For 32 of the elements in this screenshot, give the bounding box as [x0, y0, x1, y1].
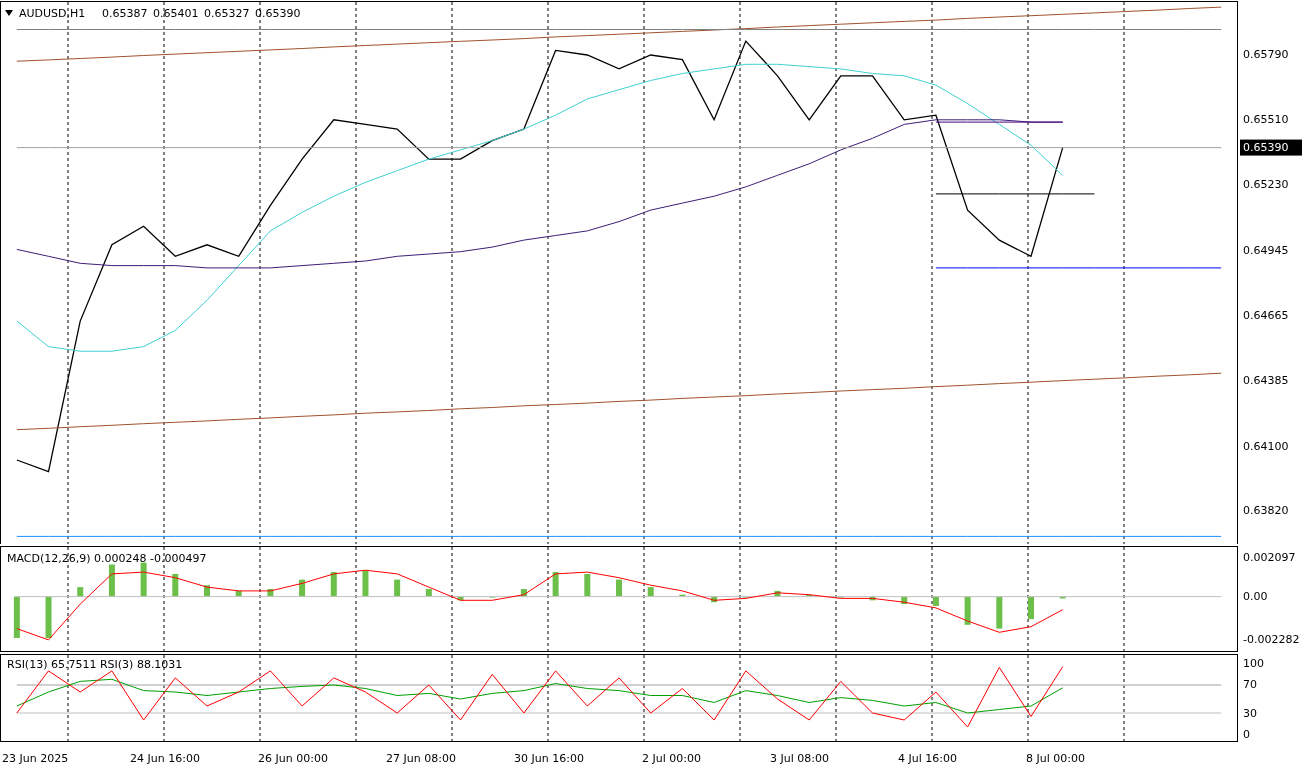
- axis-label: 100: [1243, 657, 1264, 671]
- time-axis-label: 3 Jul 08:00: [770, 751, 830, 765]
- axis-label: 0.65790: [1243, 48, 1289, 62]
- axis-label: 0.002097: [1243, 550, 1296, 564]
- indicator-label: MACD(12,26,9) 0.000248 -0.000497: [7, 551, 207, 565]
- current-price-badge: 0.65390: [1240, 139, 1302, 156]
- time-axis-label: 30 Jun 16:00: [514, 751, 585, 765]
- quote-value: 0.65327: [204, 7, 250, 20]
- time-axis-label: 2 Jul 00:00: [642, 751, 702, 765]
- axis-label: 0: [1243, 728, 1250, 741]
- quote-value: 0.65390: [255, 7, 301, 20]
- symbol-label: AUDUSD,H1: [19, 7, 86, 20]
- indicator-label: RSI(13) 65.7511 RSI(3) 88.1031: [7, 658, 183, 672]
- quote-value: 0.65401: [153, 7, 199, 20]
- time-axis-label: 8 Jul 00:00: [1026, 751, 1086, 765]
- time-axis-label: 24 Jun 16:00: [130, 751, 201, 765]
- axis-label: -0.002282: [1243, 632, 1300, 646]
- axis-label: 0.64385: [1243, 373, 1289, 387]
- time-axis-label: 27 Jun 08:00: [386, 751, 457, 765]
- axis-label: 0.64665: [1243, 308, 1289, 322]
- axis-label: 0.63820: [1243, 504, 1289, 518]
- axis-label: 0.65510: [1243, 113, 1289, 127]
- axis-label: 0.00: [1243, 589, 1268, 603]
- axis-label: 0.64945: [1243, 244, 1289, 258]
- time-axis-label: 26 Jun 00:00: [258, 751, 329, 765]
- time-axis-label: 23 Jun 2025: [2, 751, 70, 765]
- axis-label: 0.64100: [1243, 439, 1289, 453]
- quote-value: 0.65387: [102, 7, 148, 20]
- axis-label: 70: [1243, 678, 1257, 692]
- axis-label: 30: [1243, 706, 1257, 720]
- axis-label: 0.65230: [1243, 178, 1289, 192]
- time-axis-label: 4 Jul 16:00: [898, 751, 958, 765]
